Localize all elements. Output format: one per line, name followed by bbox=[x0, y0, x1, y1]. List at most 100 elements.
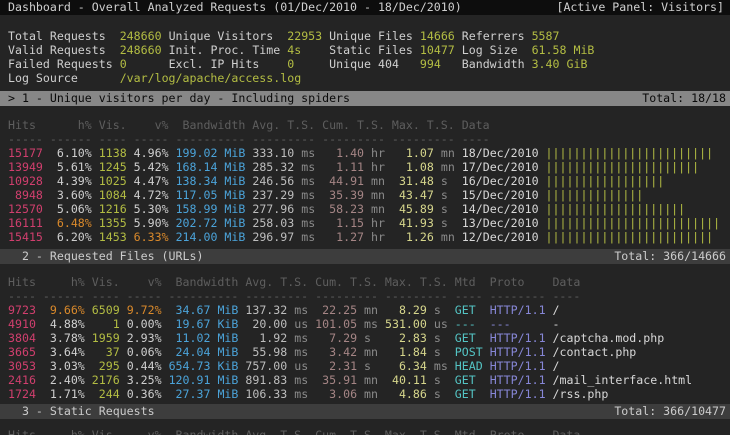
data-cell: 18/Dec/2010 bbox=[462, 146, 546, 160]
cum-unit-cell: s bbox=[357, 331, 385, 345]
max-cell: 45.89 bbox=[392, 202, 434, 216]
avg-cell: 137.32 bbox=[245, 303, 287, 317]
vpct-cell: 5.30% bbox=[134, 202, 176, 216]
vpct-cell: 3.25% bbox=[127, 373, 169, 387]
table-row[interactable]: 3665 3.64% 37 0.06% 24.04 MiB 55.98 ms 3… bbox=[0, 345, 730, 359]
summary-value: 248660 bbox=[120, 29, 169, 43]
table-row[interactable]: 3804 3.78% 1959 2.93% 11.02 MiB 1.92 ms … bbox=[0, 331, 730, 345]
proto-cell: HTTP/1.1 bbox=[490, 387, 553, 401]
max-cell: 1.07 bbox=[392, 146, 434, 160]
panel-title: 2 - Requested Files (URLs) bbox=[8, 249, 203, 264]
table-row[interactable]: 2416 2.40% 2176 3.25% 120.91 MiB 891.83 … bbox=[0, 373, 730, 387]
data-cell: / bbox=[553, 303, 560, 317]
data-cell: - bbox=[553, 317, 560, 331]
vis-cell: 1959 bbox=[92, 331, 127, 345]
data-cell: 12/Dec/2010 bbox=[462, 230, 546, 244]
summary-value: 4s bbox=[287, 43, 329, 57]
avg-unit-cell: us bbox=[287, 359, 315, 373]
column-header: Hits h% Vis. v% Bandwidth Avg. T.S. Cum.… bbox=[0, 118, 730, 132]
panels-container: > 1 - Unique visitors per day - Includin… bbox=[0, 91, 730, 435]
bw-cell: 214.00 MiB bbox=[176, 230, 253, 244]
cum-unit-cell: mn bbox=[364, 188, 392, 202]
table-row[interactable]: 12570 5.06% 1216 5.30% 158.99 MiB 277.96… bbox=[0, 202, 730, 216]
summary-value: 0 bbox=[287, 57, 329, 71]
table-row[interactable]: 10928 4.39% 1025 4.47% 138.34 MiB 246.56… bbox=[0, 174, 730, 188]
column-dashes: ---- ------ ---- ----- ---------- ------… bbox=[0, 289, 730, 303]
cum-cell: 1.27 bbox=[322, 230, 364, 244]
avg-cell: 55.98 bbox=[245, 345, 287, 359]
hits-cell: 3665 bbox=[8, 345, 43, 359]
table-row[interactable]: 15177 6.10% 1138 4.96% 199.02 MiB 333.10… bbox=[0, 146, 730, 160]
visitors-bar: |||||||||||||||||||||||| bbox=[546, 146, 714, 160]
cum-unit-cell: hr bbox=[364, 160, 392, 174]
avg-unit-cell: ms bbox=[294, 230, 322, 244]
vis-cell: 1138 bbox=[99, 146, 134, 160]
hpct-cell: 4.88% bbox=[43, 317, 92, 331]
avg-cell: 333.10 bbox=[252, 146, 294, 160]
table-row[interactable]: 1724 1.71% 244 0.36% 27.37 MiB 106.33 ms… bbox=[0, 387, 730, 401]
panel-title: > 1 - Unique visitors per day - Includin… bbox=[8, 91, 350, 106]
avg-unit-cell: ms bbox=[294, 202, 322, 216]
summary-label: Unique Visitors bbox=[169, 29, 288, 43]
app-title: Dashboard - Overall Analyzed Requests (0… bbox=[8, 0, 462, 15]
hpct-cell: 3.64% bbox=[43, 345, 92, 359]
table-row[interactable]: 13949 5.61% 1245 5.42% 168.14 MiB 285.32… bbox=[0, 160, 730, 174]
hits-cell: 4910 bbox=[8, 317, 43, 331]
table-row[interactable]: 15415 6.20% 1453 6.33% 214.00 MiB 296.97… bbox=[0, 230, 730, 244]
bw-cell: 27.37 MiB bbox=[169, 387, 246, 401]
max-cell: 8.29 bbox=[385, 303, 427, 317]
table-row[interactable]: 9723 9.66% 6509 9.72% 34.67 MiB 137.32 m… bbox=[0, 303, 730, 317]
panel-total: Total: 366/10477 bbox=[614, 404, 726, 419]
cum-cell: 35.39 bbox=[322, 188, 364, 202]
avg-cell: 1.92 bbox=[245, 331, 287, 345]
data-cell: /rss.php bbox=[553, 387, 609, 401]
summary-value: 3.40 GiB bbox=[532, 57, 588, 71]
cum-unit-cell: mn bbox=[357, 387, 385, 401]
avg-unit-cell: ms bbox=[294, 174, 322, 188]
max-unit-cell: s bbox=[434, 202, 462, 216]
summary-value: 10477 bbox=[420, 43, 462, 57]
cum-cell: 101.05 bbox=[315, 317, 357, 331]
max-unit-cell: mn bbox=[434, 146, 462, 160]
mtd-cell: GET bbox=[455, 303, 490, 317]
max-unit-cell: s bbox=[427, 373, 455, 387]
vis-cell: 1216 bbox=[99, 202, 134, 216]
table-row[interactable]: 8948 3.60% 1084 4.72% 117.05 MiB 237.29 … bbox=[0, 188, 730, 202]
panel-header-3[interactable]: 3 - Static RequestsTotal: 366/10477 bbox=[0, 404, 730, 419]
max-cell: 43.47 bbox=[392, 188, 434, 202]
hits-cell: 1724 bbox=[8, 387, 43, 401]
vpct-cell: 4.47% bbox=[134, 174, 176, 188]
max-cell: 531.00 bbox=[385, 317, 427, 331]
proto-cell: --- bbox=[490, 317, 553, 331]
panel-header-2[interactable]: 2 - Requested Files (URLs)Total: 366/146… bbox=[0, 249, 730, 264]
bw-cell: 120.91 MiB bbox=[169, 373, 246, 387]
column-header: Hits h% Vis. v% Bandwidth Avg. T.S. Cum.… bbox=[0, 275, 730, 289]
cum-unit-cell: mn bbox=[357, 373, 385, 387]
max-unit-cell: us bbox=[427, 317, 455, 331]
column-dashes: ----- ------ ---- ----- ---------- -----… bbox=[0, 132, 730, 146]
titlebar: Dashboard - Overall Analyzed Requests (0… bbox=[0, 0, 730, 15]
vis-cell: 1453 bbox=[99, 230, 134, 244]
panel-header-1[interactable]: > 1 - Unique visitors per day - Includin… bbox=[0, 91, 730, 106]
avg-cell: 277.96 bbox=[252, 202, 294, 216]
vpct-cell: 2.93% bbox=[127, 331, 169, 345]
summary-overview: Total Requests 248660 Unique Visitors 22… bbox=[0, 29, 730, 85]
bw-cell: 199.02 MiB bbox=[176, 146, 253, 160]
avg-unit-cell: us bbox=[287, 317, 315, 331]
max-cell: 4.86 bbox=[385, 387, 427, 401]
visitors-bar: ||||||||||||||||| bbox=[546, 174, 665, 188]
hits-cell: 3053 bbox=[8, 359, 43, 373]
table-row[interactable]: 16111 6.48% 1355 5.90% 202.72 MiB 258.03… bbox=[0, 216, 730, 230]
hits-cell: 15415 bbox=[8, 230, 50, 244]
hpct-cell: 3.03% bbox=[43, 359, 92, 373]
table-row[interactable]: 4910 4.88% 1 0.00% 19.67 KiB 20.00 us 10… bbox=[0, 317, 730, 331]
bw-cell: 168.14 MiB bbox=[176, 160, 253, 174]
vpct-cell: 9.72% bbox=[127, 303, 169, 317]
max-unit-cell: s bbox=[434, 216, 462, 230]
hpct-cell: 1.71% bbox=[43, 387, 92, 401]
table-row[interactable]: 3053 3.03% 295 0.44% 654.73 KiB 757.00 u… bbox=[0, 359, 730, 373]
avg-cell: 285.32 bbox=[252, 160, 294, 174]
summary-value: /var/log/apache/access.log bbox=[120, 71, 301, 85]
avg-cell: 258.03 bbox=[252, 216, 294, 230]
max-unit-cell: mn bbox=[434, 230, 462, 244]
